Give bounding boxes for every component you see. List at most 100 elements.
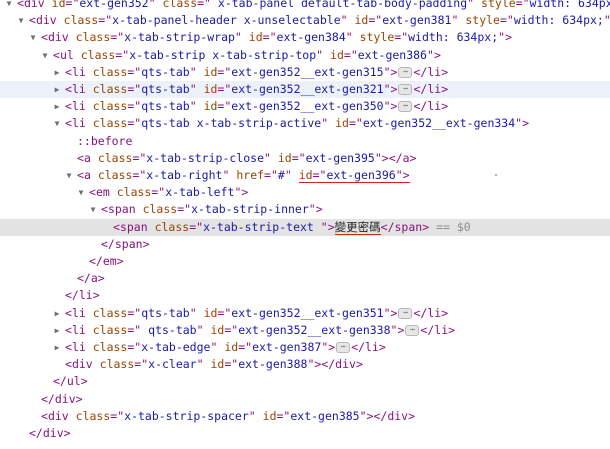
expand-arrow-down-icon[interactable]: ▼ [4,0,14,12]
attribute[interactable]: class="x-tab-left" [117,185,242,199]
expand-arrow-right-icon[interactable]: ▶ [52,81,62,98]
dom-node-row[interactable]: ▶ <li class="qts-tab" id="ext-gen352__ext… [0,64,610,81]
dom-node-row[interactable]: ▶ <li class="qts-tab" id="ext-gen352__ext… [0,81,610,98]
attribute[interactable]: id="ext-gen352__ext-gen338" [210,323,397,337]
attribute[interactable]: class=" qts-tab" [93,323,204,337]
dom-node-row[interactable]: ▶ <li class=" qts-tab" id="ext-gen352__ex… [0,322,610,339]
collapsed-ellipsis-icon[interactable]: ⋯ [398,84,413,95]
expand-arrow-down-icon[interactable]: ▼ [52,115,62,132]
dom-node-row[interactable]: ▶ <li class="qts-tab" id="ext-gen352__ext… [0,305,610,322]
attribute[interactable]: id="ext-gen381" [355,13,459,27]
attribute[interactable]: id="ext-gen352__ext-gen350" [204,99,391,113]
attribute-value: x-tab-strip-text [203,219,321,234]
pseudo-element[interactable]: ::before [77,134,132,148]
attribute[interactable]: style="width: 634px;" [465,13,610,27]
dom-node-row[interactable]: ▼ <div class="x-tab-panel-header x-unsele… [0,12,610,29]
attribute[interactable]: id="ext-gen352" [52,0,156,10]
attribute[interactable]: id="ext-gen395" [278,151,382,165]
attribute[interactable]: id="ext-gen386" [330,48,434,62]
dom-node-row[interactable]: </div> [0,425,610,442]
attribute[interactable]: class="qts-tab" [93,82,197,96]
attribute-value: x-tab-panel default-tab-body-padding [210,0,468,10]
attribute[interactable]: class="x-tab-edge" [93,340,218,354]
collapsed-ellipsis-icon[interactable]: ⋯ [336,342,351,353]
dom-node-row[interactable]: </em> [0,253,610,270]
attribute-value: ext-gen352__ext-gen315 [231,64,384,79]
dom-node-row[interactable]: <a class="x-tab-strip-close" id="ext-gen… [0,150,610,167]
collapsed-ellipsis-icon[interactable]: ⋯ [398,307,413,319]
collapsed-ellipsis-icon[interactable]: ⋯ [398,101,413,113]
attribute-name: class [92,116,128,131]
expand-arrow-right-icon[interactable]: ▶ [52,64,62,81]
attribute[interactable]: style="width: 634px;" [360,30,505,44]
dom-node-row[interactable]: <div class="x-clear" id="ext-gen388"></d… [0,356,610,373]
text-node[interactable]: 變更密碼 [334,219,381,235]
dom-node-row[interactable]: ▼ <span class="x-tab-strip-inner"> [0,201,610,218]
dom-node-row[interactable]: </ul> [0,373,610,390]
dom-node-row[interactable]: </li> [0,287,610,304]
attribute-name: class [75,408,111,423]
attribute[interactable]: class=" x-tab-panel default-tab-body-pad… [163,0,475,10]
dom-node-row[interactable]: ▼ <ul class="x-tab-strip x-tab-strip-top"… [0,47,610,64]
attribute[interactable]: id="ext-gen352__ext-gen315" [204,65,391,79]
attribute[interactable]: class="qts-tab" [93,306,197,320]
attribute[interactable]: id="ext-gen352__ext-gen351" [204,306,391,320]
collapsed-ellipsis-icon[interactable]: ⋯ [405,324,420,336]
expand-arrow-down-icon[interactable]: ▼ [40,47,50,64]
attribute-name: style [465,13,500,28]
dom-node-row[interactable]: </div> [0,391,610,408]
expand-arrow-right-icon[interactable]: ▶ [52,339,62,356]
attribute[interactable]: class="x-tab-strip-wrap" [76,30,242,44]
expand-arrow-down-icon[interactable]: ▼ [64,167,74,184]
attribute[interactable]: class="x-tab-strip-inner" [143,202,316,216]
expand-arrow-down-icon[interactable]: ▼ [16,12,26,29]
attribute[interactable]: id="ext-gen396" [298,168,403,183]
expand-arrow-right-icon[interactable]: ▶ [52,98,62,115]
dom-node-row[interactable]: ▶ <li class="qts-tab" id="ext-gen352__ext… [0,98,610,115]
attribute[interactable]: class="qts-tab" [93,65,197,79]
dom-node-row[interactable]: <div class="x-tab-strip-spacer" id="ext-… [0,408,610,425]
attribute[interactable]: href="#" [236,168,291,182]
attribute-value: # [277,168,285,182]
dom-node-row[interactable]: ▼ <a class="x-tab-right" href="#" id="ext… [0,167,610,184]
attribute-name: href [236,168,265,182]
dom-node-row[interactable]: <span class="x-tab-strip-text ">變更密碼</sp… [0,218,610,236]
dom-node-row[interactable]: </a> [0,270,610,287]
attribute[interactable]: class="x-tab-panel-header x-unselectable… [64,13,348,27]
attribute[interactable]: class="x-tab-right" [98,168,230,182]
attribute[interactable]: class="qts-tab x-tab-strip-active" [93,116,328,130]
attribute[interactable]: class="qts-tab" [93,99,197,113]
attribute-value: x-tab-strip-wrap [124,30,235,45]
attribute[interactable]: class="x-tab-strip-close" [98,151,271,165]
dom-node-row[interactable]: ::before [0,133,610,150]
node-markup: </div> [29,426,71,440]
expand-arrow-down-icon[interactable]: ▼ [88,201,98,218]
attribute[interactable]: class="x-clear" [100,357,204,371]
attribute[interactable]: id="ext-gen387" [224,340,328,354]
attribute[interactable]: class="x-tab-strip-text " [155,220,328,234]
attribute-value: ext-gen395 [305,150,375,165]
dom-node-row[interactable]: ▼ <em class="x-tab-left"> [0,184,610,201]
dom-node-row[interactable]: ▼ <li class="qts-tab x-tab-strip-active" … [0,115,610,132]
node-markup: <div id="ext-gen352" class=" x-tab-panel… [17,0,610,12]
expand-arrow-right-icon[interactable]: ▶ [52,305,62,322]
collapsed-ellipsis-icon[interactable]: ⋯ [398,66,413,78]
attribute[interactable]: id="ext-gen385" [263,409,367,423]
dom-node-row[interactable]: ▼ <div class="x-tab-strip-wrap" id="ext-g… [0,29,610,46]
dom-node-row[interactable]: ▼ <div id="ext-gen352" class=" x-tab-pane… [0,0,610,12]
attribute[interactable]: id="ext-gen352__ext-gen321" [204,82,391,96]
node-markup: <ul class="x-tab-strip x-tab-strip-top" … [53,47,441,62]
attribute[interactable]: id="ext-gen384" [249,30,353,44]
attribute[interactable]: id="ext-gen388" [210,357,314,371]
attribute[interactable]: id="ext-gen352__ext-gen334" [335,116,522,130]
expand-arrow-right-icon[interactable]: ▶ [52,322,62,339]
expand-arrow-down-icon[interactable]: ▼ [76,184,86,201]
attribute[interactable]: class="x-tab-strip x-tab-strip-top" [81,48,323,62]
tag-name: li [427,305,442,320]
attribute[interactable]: class="x-tab-strip-spacer" [76,409,256,423]
dom-node-row[interactable]: </span> [0,236,610,253]
expand-arrow-down-icon[interactable]: ▼ [28,29,38,46]
attribute[interactable]: style="width: 634px;" [481,0,610,10]
dom-node-row[interactable]: ▶ <li class="x-tab-edge" id="ext-gen387">… [0,339,610,356]
attribute-value: ext-gen352__ext-gen350 [231,99,384,114]
